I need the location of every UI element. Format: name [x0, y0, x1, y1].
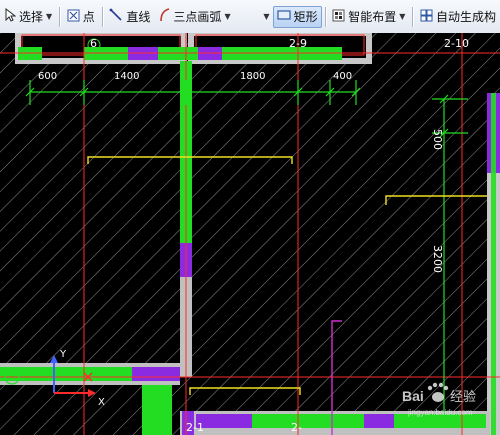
point-icon [67, 9, 80, 25]
auto-generate-icon [420, 9, 433, 25]
select-button[interactable]: 选择 ▼ [0, 6, 56, 28]
right-column [487, 93, 500, 435]
ucs-y-label: Y [59, 349, 67, 360]
select-label: 选择 [19, 10, 44, 24]
cursor-icon [4, 7, 17, 25]
axis-label-2-9: 2-9 [289, 37, 307, 50]
auto-generate-label: 自动生成构 [435, 10, 496, 24]
watermark-brand-cn: 经验 [450, 389, 476, 405]
watermark-url: jingyan.baidu.com [407, 408, 473, 417]
toolbar-separator [101, 6, 103, 27]
watermark-brand: Bai [402, 388, 424, 404]
line-button[interactable]: 直线 [105, 6, 154, 28]
axis-label-bottom: 2-1 [186, 421, 204, 434]
dim-1800: 1800 [240, 71, 265, 82]
toolbar-separator [324, 6, 326, 27]
smart-layout-label: 智能布置 [348, 10, 397, 24]
axis-label-bottom-2: 2- [291, 421, 302, 434]
point-button[interactable]: 点 [63, 6, 99, 28]
smart-layout-icon [332, 9, 345, 25]
drawing-canvas[interactable]: 600 1400 1800 400 500 3200 2-9 2-10 6 2-… [0, 33, 500, 435]
dim-400: 400 [333, 71, 352, 82]
auto-generate-button[interactable]: 自动生成构 [416, 6, 500, 28]
axis-label-top: 6 [90, 37, 97, 50]
smart-layout-button[interactable]: 智能布置 ▼ [328, 6, 409, 28]
rectangle-icon [276, 9, 291, 24]
dim-500: 500 [431, 129, 444, 150]
rectangle-label: 矩形 [293, 10, 318, 24]
axis-label-2-10: 2-10 [444, 37, 469, 50]
line-icon [109, 8, 123, 25]
arc-icon [158, 8, 170, 25]
toolbar-separator [412, 6, 413, 27]
line-label: 直线 [126, 10, 151, 24]
rectangle-button[interactable]: 矩形 [272, 5, 322, 28]
lower-green-block [142, 385, 172, 435]
cad-drawing[interactable]: 600 1400 1800 400 500 3200 2-9 2-10 6 2-… [0, 33, 500, 435]
dim-3200: 3200 [431, 245, 444, 273]
point-label: 点 [82, 10, 95, 24]
three-point-arc-label: 三点画弧 [173, 10, 222, 24]
three-point-arc-button[interactable]: 三点画弧 ▼ [154, 6, 234, 28]
drawing-toolbar: 选择 ▼ 点 直线 三点画弧 ▼ ▼ 矩形 智能布置 ▼ 自动生成构 [0, 0, 500, 34]
toolbar-separator [59, 6, 60, 27]
smart-layout-dropdown-icon[interactable]: ▼ [399, 12, 405, 21]
dim-1400: 1400 [114, 71, 139, 82]
select-dropdown-icon[interactable]: ▼ [46, 12, 52, 21]
ucs-x-label: X [98, 397, 105, 408]
dim-600: 600 [38, 71, 57, 82]
toolbar-dropdown-icon[interactable]: ▼ [263, 12, 269, 21]
arc-dropdown-icon[interactable]: ▼ [224, 12, 230, 21]
